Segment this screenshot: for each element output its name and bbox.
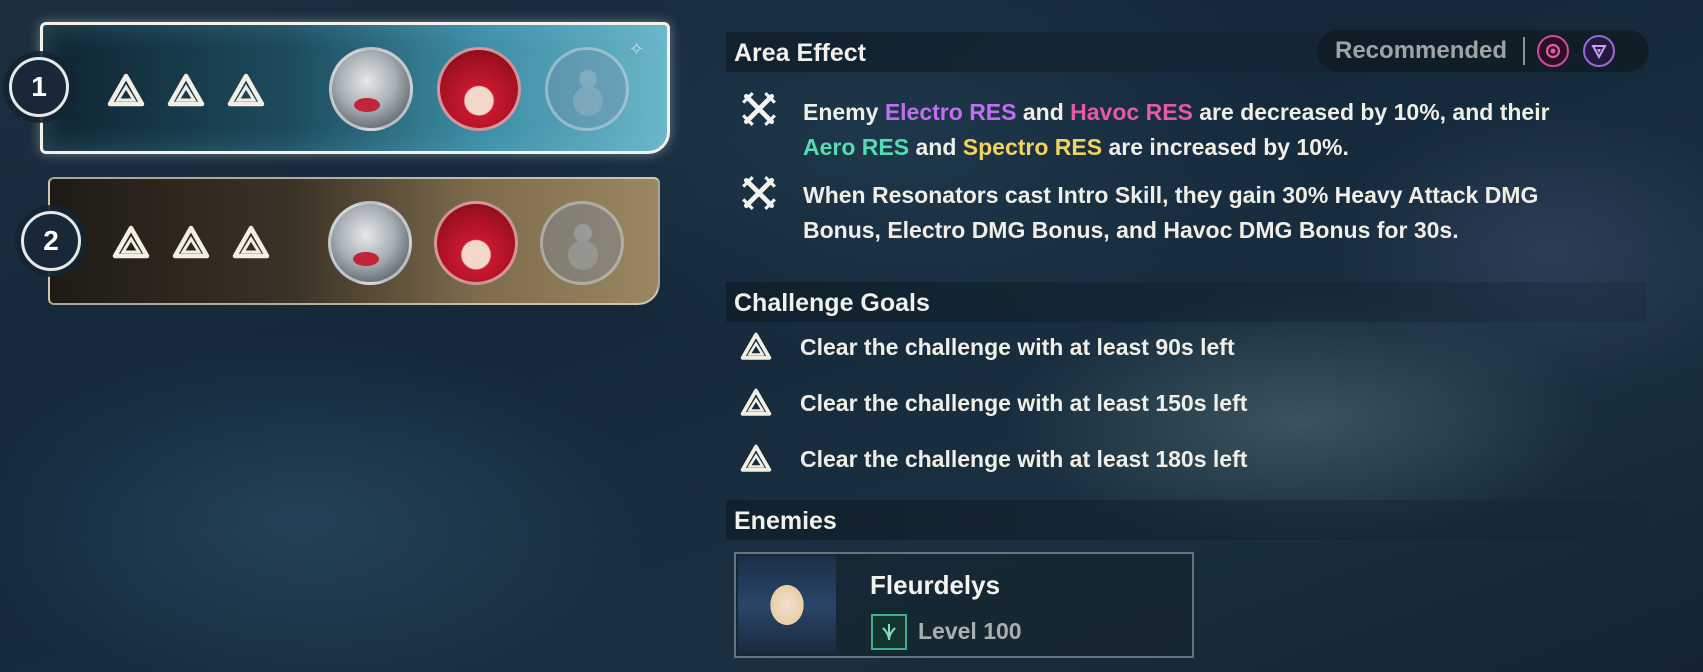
star-triangle-icon	[167, 73, 205, 109]
crossed-swords-icon	[740, 90, 778, 128]
crossed-swords-icon	[740, 174, 778, 212]
team-number-2[interactable]: 2	[21, 211, 81, 271]
team-1-stars	[107, 73, 265, 109]
goal-text: Clear the challenge with at least 180s l…	[800, 445, 1248, 472]
aero-element-icon	[871, 614, 907, 650]
enemy-card[interactable]: Fleurdelys Level 100	[734, 552, 1194, 658]
star-triangle-icon	[740, 332, 772, 360]
sparkle-icon: ✧	[629, 39, 645, 59]
electro-element-icon[interactable]	[1583, 35, 1616, 67]
area-effect-2: When Resonators cast Intro Skill, they g…	[803, 182, 1539, 243]
star-triangle-icon	[740, 388, 772, 416]
goal-text: Clear the challenge with at least 90s le…	[800, 333, 1235, 360]
enemy-portrait	[738, 556, 836, 654]
team-2-stars	[112, 225, 270, 261]
team-card-2[interactable]	[48, 177, 660, 305]
effect-text: are decreased by 10%, and their	[1192, 99, 1550, 125]
team-1-portrait-red-hair[interactable]	[437, 47, 521, 131]
team-2-empty-slot[interactable]	[540, 201, 624, 285]
effect-text: and	[1016, 99, 1071, 125]
enemy-level: Level 100	[918, 618, 1022, 644]
area-effect-title: Area Effect	[734, 39, 866, 67]
enemies-header: Enemies	[726, 500, 1646, 540]
team-number-1[interactable]: 1	[9, 57, 69, 117]
star-triangle-icon	[740, 444, 772, 472]
electro-res-label: Electro RES	[884, 99, 1017, 125]
challenge-goal: Clear the challenge with at least 150s l…	[740, 388, 1247, 418]
star-triangle-icon	[232, 225, 270, 261]
recommended-label: Recommended	[1335, 37, 1508, 64]
effect-text: are increased by 10%.	[1102, 134, 1349, 160]
star-triangle-icon	[107, 73, 145, 109]
effect-text: Enemy	[803, 99, 885, 125]
effect-text: and	[909, 134, 963, 160]
enemy-name: Fleurdelys	[870, 570, 1001, 600]
enemies-title: Enemies	[734, 507, 837, 535]
spectro-res-label: Spectro RES	[962, 134, 1103, 160]
team-2-portrait-silver-hair[interactable]	[328, 201, 412, 285]
team-card-1[interactable]: ✧	[40, 22, 670, 154]
aero-res-label: Aero RES	[803, 134, 910, 160]
challenge-goal: Clear the challenge with at least 90s le…	[740, 332, 1235, 362]
star-triangle-icon	[172, 225, 210, 261]
star-triangle-icon	[112, 225, 150, 261]
recommended-elements[interactable]: Recommended	[1317, 30, 1649, 72]
star-triangle-icon	[227, 73, 265, 109]
team-1-portrait-silver-hair[interactable]	[329, 47, 413, 131]
challenge-goal: Clear the challenge with at least 180s l…	[740, 444, 1247, 474]
divider	[1523, 37, 1526, 65]
havoc-element-icon[interactable]	[1537, 35, 1570, 67]
havoc-res-label: Havoc RES	[1070, 99, 1193, 125]
team-1-empty-slot[interactable]	[545, 47, 629, 131]
challenge-goals-header: Challenge Goals	[726, 282, 1646, 322]
goal-text: Clear the challenge with at least 150s l…	[800, 389, 1248, 416]
challenge-goals-title: Challenge Goals	[734, 289, 930, 317]
team-2-portrait-red-hair[interactable]	[434, 201, 518, 285]
area-effect-1: Enemy Electro RES and Havoc RES are decr…	[803, 95, 1683, 165]
